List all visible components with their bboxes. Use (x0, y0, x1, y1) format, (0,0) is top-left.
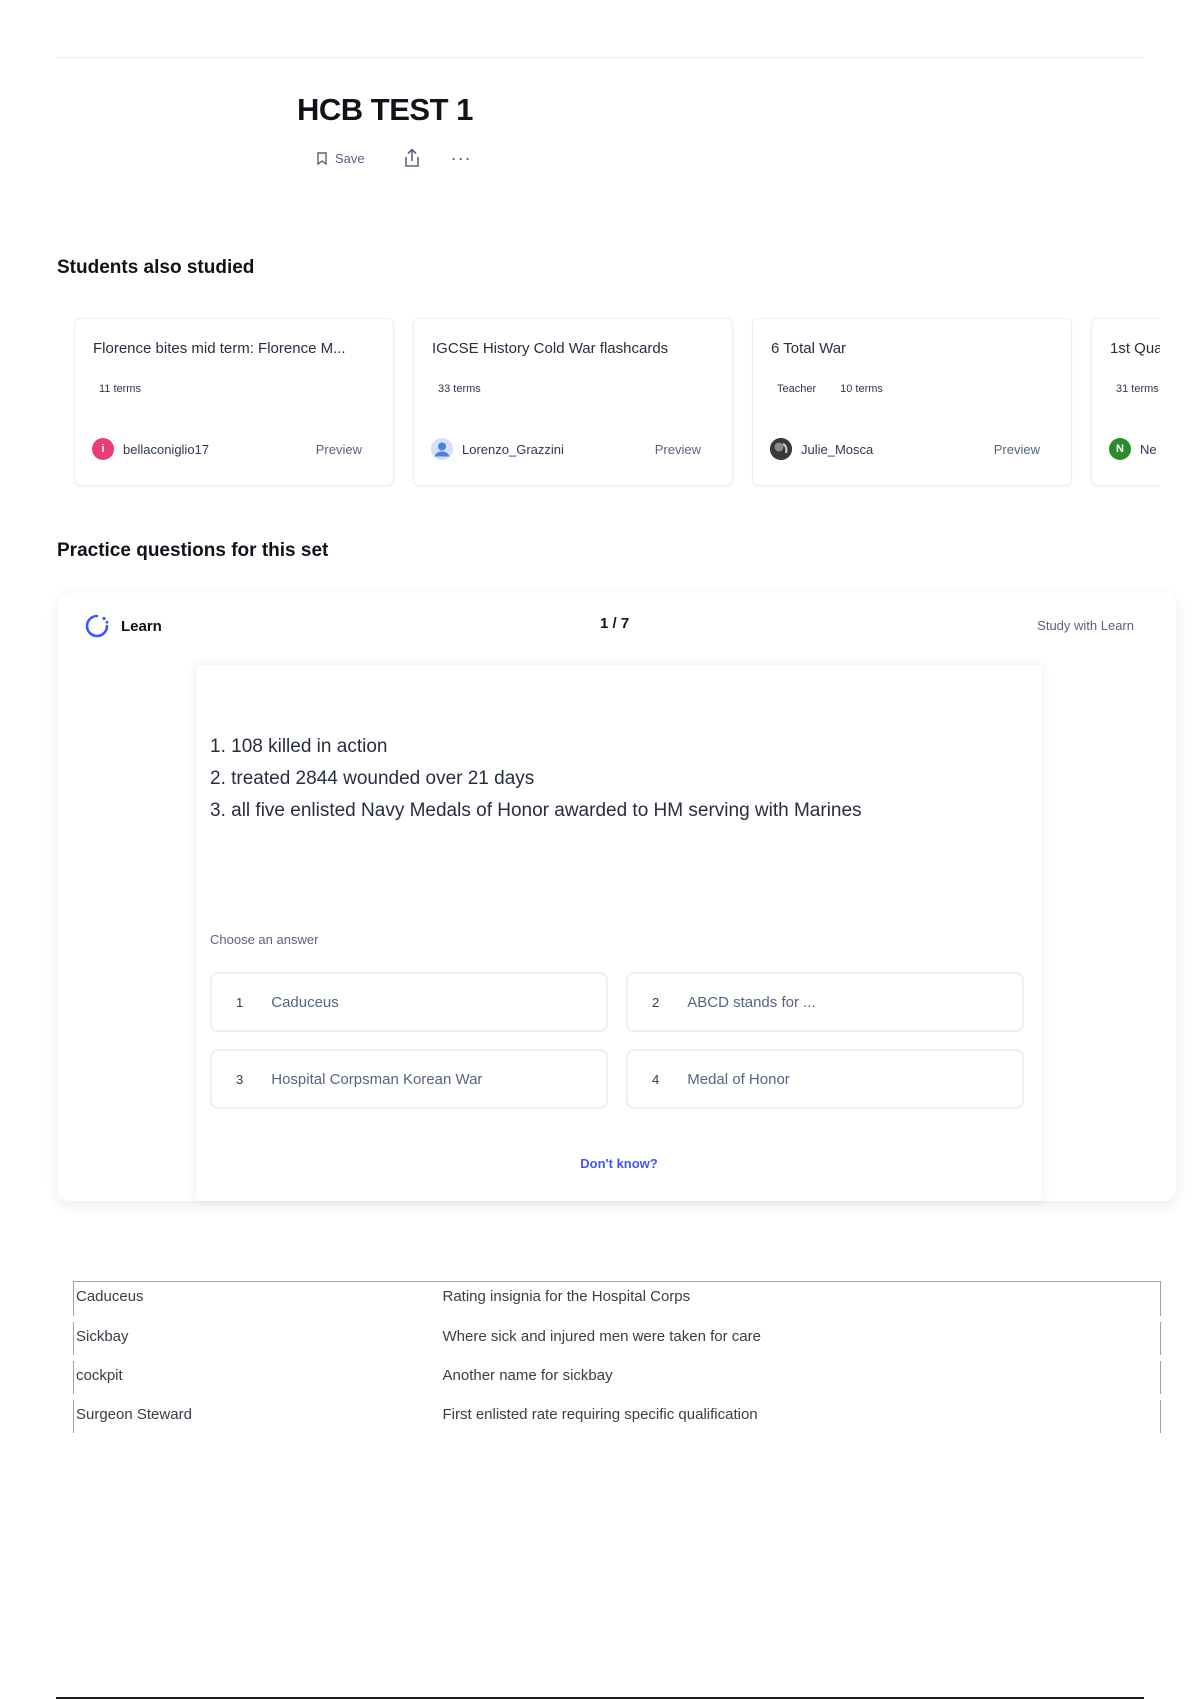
definition-cell: Rating insignia for the Hospital Corps (412, 1281, 1161, 1318)
terms-table: Caduceus Rating insignia for the Hospita… (73, 1281, 1161, 1436)
preview-button[interactable]: Preview (655, 442, 701, 457)
learn-label: Learn (121, 617, 162, 635)
answer-option-2[interactable]: 2 ABCD stands for ... (626, 972, 1024, 1032)
card-title: 6 Total War (771, 340, 847, 357)
card-meta: 31 terms (1116, 383, 1159, 395)
card-meta: 33 terms (438, 383, 481, 395)
card-title: Florence bites mid term: Florence M... (93, 340, 346, 357)
definition-cell: Another name for sickbay (412, 1359, 1161, 1396)
answer-option-4[interactable]: 4 Medal of Honor (626, 1049, 1024, 1109)
author-name: Julie_Mosca (801, 441, 874, 457)
learn-panel: Learn 1 / 7 Study with Learn 1. 108 kill… (58, 593, 1176, 1201)
save-label: Save (335, 150, 365, 166)
card-meta: Teacher 10 terms (777, 383, 883, 395)
question-card: 1. 108 killed in action 2. treated 2844 … (196, 665, 1042, 1201)
question-line: 3. all five enlisted Navy Medals of Hono… (210, 800, 862, 821)
learn-mode-header: Learn (84, 613, 162, 639)
question-counter: 1 / 7 (600, 615, 630, 632)
preview-button[interactable]: Preview (994, 442, 1040, 457)
teacher-badge: Teacher (777, 383, 817, 395)
dont-know-button[interactable]: Don't know? (196, 1156, 1042, 1171)
avatar (431, 438, 453, 460)
study-with-learn-link[interactable]: Study with Learn (1037, 618, 1134, 633)
option-number: 2 (652, 994, 660, 1010)
definition-cell: Where sick and injured men were taken fo… (412, 1320, 1161, 1357)
definition-cell: First enlisted rate requiring specific q… (412, 1398, 1161, 1435)
more-options-button[interactable]: ··· (450, 148, 472, 168)
card-term-count: 10 terms (840, 383, 883, 395)
option-text: Medal of Honor (687, 1070, 790, 1088)
option-text: Hospital Corpsman Korean War (271, 1070, 483, 1088)
table-row: Caduceus Rating insignia for the Hospita… (73, 1281, 1161, 1318)
question-prompt: 1. 108 killed in action 2. treated 2844 … (210, 731, 870, 827)
avatar: N (1109, 438, 1131, 460)
option-number: 3 (236, 1071, 244, 1087)
related-set-card[interactable]: Florence bites mid term: Florence M... 1… (74, 318, 394, 486)
card-author[interactable]: Julie_Mosca (770, 438, 873, 460)
card-title: 1st Qua (1110, 340, 1160, 357)
card-author[interactable]: N Ne (1109, 438, 1157, 460)
table-row: cockpit Another name for sickbay (73, 1359, 1161, 1396)
related-set-card[interactable]: 6 Total War Teacher 10 terms Julie_Mosca… (752, 318, 1072, 486)
related-set-card[interactable]: IGCSE History Cold War flashcards 33 ter… (413, 318, 733, 486)
top-divider (56, 57, 1144, 58)
answer-option-1[interactable]: 1 Caduceus (210, 972, 608, 1032)
set-header: HCB TEST 1 Save ··· (297, 92, 473, 168)
share-button[interactable] (403, 148, 421, 168)
term-cell: Caduceus (73, 1281, 413, 1318)
avatar (770, 438, 792, 460)
author-name: bellaconiglio17 (123, 441, 210, 457)
question-line: 1. 108 killed in action (210, 736, 388, 757)
more-icon: ··· (450, 148, 472, 168)
term-cell: Surgeon Steward (73, 1398, 413, 1435)
bookmark-icon (317, 151, 327, 165)
option-number: 1 (236, 994, 244, 1010)
bottom-divider (56, 1697, 1144, 1699)
table-row: Sickbay Where sick and injured men were … (73, 1320, 1161, 1357)
avatar: i (92, 438, 114, 460)
students-also-studied-heading: Students also studied (57, 257, 255, 278)
card-meta: 11 terms (99, 383, 141, 395)
option-text: Caduceus (271, 993, 339, 1011)
option-number: 4 (652, 1071, 660, 1087)
choose-answer-label: Choose an answer (210, 932, 319, 947)
term-cell: cockpit (73, 1359, 413, 1396)
answer-option-3[interactable]: 3 Hospital Corpsman Korean War (210, 1049, 608, 1109)
author-name: Ne (1140, 441, 1157, 457)
related-sets-carousel: Florence bites mid term: Florence M... 1… (74, 318, 1160, 488)
card-title: IGCSE History Cold War flashcards (432, 340, 669, 357)
learn-icon (85, 614, 109, 638)
question-line: 2. treated 2844 wounded over 21 days (210, 768, 535, 789)
card-author[interactable]: i bellaconiglio17 (92, 438, 209, 460)
preview-button[interactable]: Preview (316, 442, 362, 457)
related-set-card[interactable]: 1st Qua 31 terms N Ne (1091, 318, 1160, 486)
save-button[interactable]: Save (317, 151, 365, 166)
practice-questions-heading: Practice questions for this set (57, 540, 329, 561)
option-text: ABCD stands for ... (687, 993, 816, 1011)
card-term-count: 11 terms (99, 383, 141, 395)
share-icon (404, 148, 419, 167)
card-term-count: 33 terms (438, 383, 481, 395)
set-actions: Save ··· (317, 148, 473, 168)
author-name: Lorenzo_Grazzini (462, 441, 564, 457)
user-photo-icon (770, 438, 792, 460)
user-icon (431, 438, 453, 460)
table-row: Surgeon Steward First enlisted rate requ… (73, 1398, 1161, 1435)
set-title: HCB TEST 1 (297, 92, 473, 127)
card-term-count: 31 terms (1116, 383, 1159, 395)
card-author[interactable]: Lorenzo_Grazzini (431, 438, 564, 460)
term-cell: Sickbay (73, 1320, 413, 1357)
